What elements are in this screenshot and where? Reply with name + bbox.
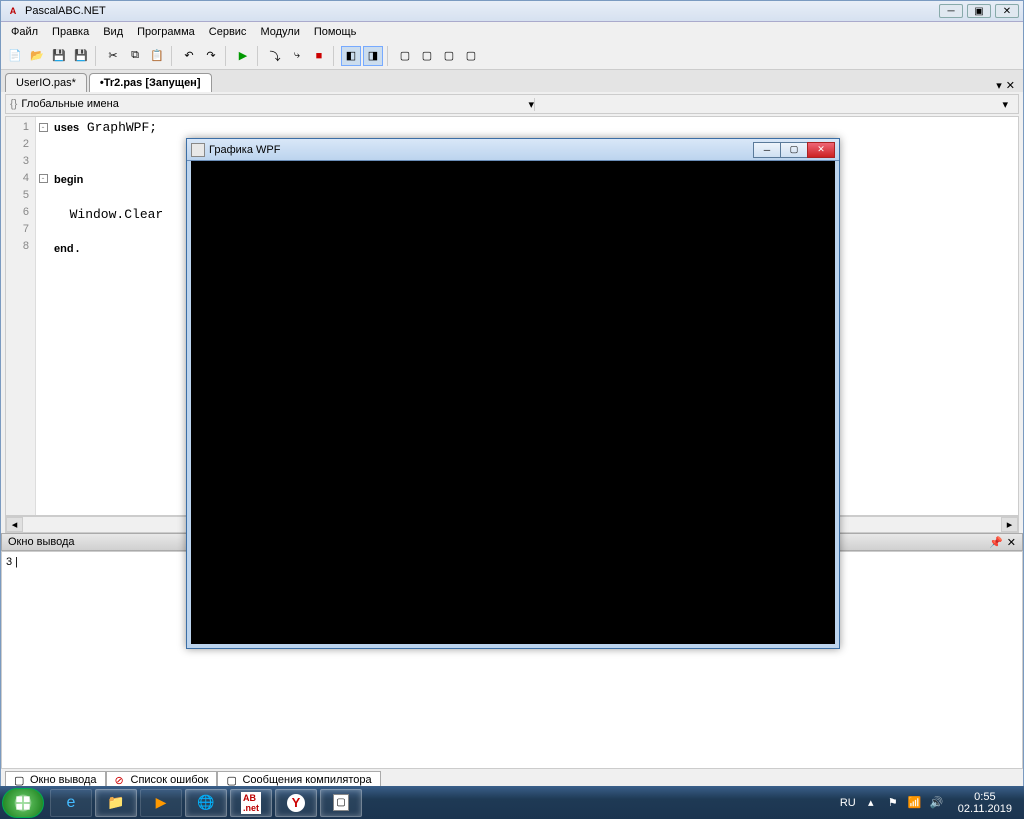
close-button[interactable]: ✕	[995, 4, 1019, 18]
app-title: PascalABC.NET	[25, 5, 939, 17]
graphics-close-button[interactable]: ✕	[807, 142, 835, 158]
misc4-icon[interactable]: ▢	[461, 46, 481, 66]
scroll-right-icon[interactable]: ▸	[1001, 517, 1018, 532]
tray-clock[interactable]: 0:55 02.11.2019	[952, 791, 1018, 815]
taskbar-chrome-icon[interactable]: 🌐	[185, 789, 227, 817]
redo-icon[interactable]: ↷	[201, 46, 221, 66]
compiler-icon: ▢	[226, 774, 238, 786]
tray-time: 0:55	[958, 791, 1012, 803]
ide-titlebar: A PascalABC.NET ─ ▣ ✕	[1, 1, 1023, 22]
tabs-close-icon[interactable]: ✕	[1006, 79, 1015, 92]
toggle1-icon[interactable]: ◧	[341, 46, 361, 66]
graphics-window: Графика WPF ─ ▢ ✕	[186, 138, 840, 649]
misc3-icon[interactable]: ▢	[439, 46, 459, 66]
window-buttons: ─ ▣ ✕	[939, 4, 1019, 18]
ns-icon: {}	[10, 98, 17, 110]
graphics-maximize-button[interactable]: ▢	[780, 142, 808, 158]
save-icon[interactable]: 💾	[49, 46, 69, 66]
paste-icon[interactable]: 📋	[147, 46, 167, 66]
undo-icon[interactable]: ↶	[179, 46, 199, 66]
tray-volume-icon[interactable]: 🔊	[930, 796, 944, 810]
fold-marker-icon[interactable]: -	[39, 123, 48, 132]
save-all-icon[interactable]: 💾	[71, 46, 91, 66]
output-close-icon[interactable]: ✕	[1007, 536, 1016, 549]
misc2-icon[interactable]: ▢	[417, 46, 437, 66]
minimize-button[interactable]: ─	[939, 4, 963, 18]
start-button[interactable]	[2, 788, 44, 818]
graphics-title: Графика WPF	[209, 144, 754, 156]
tab-tr2[interactable]: •Tr2.pas [Запущен]	[89, 73, 212, 92]
errors-icon: ⊘	[115, 774, 127, 786]
menu-view[interactable]: Вид	[97, 24, 129, 40]
open-file-icon[interactable]: 📂	[27, 46, 47, 66]
line-gutter: 1 2 3 4 5 6 7 8	[6, 117, 36, 515]
maximize-button[interactable]: ▣	[967, 4, 991, 18]
taskbar-ie-icon[interactable]: e	[50, 789, 92, 817]
copy-icon[interactable]: ⧉	[125, 46, 145, 66]
tray-flag-icon[interactable]: ▴	[864, 796, 878, 810]
taskbar-wmp-icon[interactable]: ▶	[140, 789, 182, 817]
tray-date: 02.11.2019	[958, 803, 1012, 815]
tray-action-icon[interactable]: ⚑	[886, 796, 900, 810]
namespace-bar: {} Глобальные имена ▾ ▾	[5, 94, 1019, 114]
menu-help[interactable]: Помощь	[308, 24, 363, 40]
run-icon[interactable]: ▶	[233, 46, 253, 66]
fold-column: - -	[36, 117, 50, 515]
system-tray: RU ▴ ⚑ 📶 🔊 0:55 02.11.2019	[836, 791, 1022, 815]
taskbar-yandex-icon[interactable]: Y	[275, 789, 317, 817]
tray-network-icon[interactable]: 📶	[908, 796, 922, 810]
stop-icon[interactable]: ■	[309, 46, 329, 66]
taskbar-pascalabc-icon[interactable]: AB.net	[230, 789, 272, 817]
taskbar: e 📁 ▶ 🌐 AB.net Y ▢ RU ▴ ⚑ 📶 🔊 0:55 02.11…	[0, 786, 1024, 819]
step-into-icon[interactable]: ⤷	[287, 46, 307, 66]
menu-bar: Файл Правка Вид Программа Сервис Модули …	[1, 22, 1023, 42]
misc1-icon[interactable]: ▢	[395, 46, 415, 66]
tabs-dropdown-icon[interactable]: ▾	[996, 79, 1002, 92]
fold-marker-icon[interactable]: -	[39, 174, 48, 183]
output-icon: ▢	[14, 774, 26, 786]
toolbar: 📄 📂 💾 💾 ✂ ⧉ 📋 ↶ ↷ ▶ ⤵ ⤷ ■ ◧ ◨ ▢ ▢ ▢ ▢	[1, 42, 1023, 70]
new-file-icon[interactable]: 📄	[5, 46, 25, 66]
namespace-label[interactable]: Глобальные имена	[21, 98, 528, 110]
menu-service[interactable]: Сервис	[203, 24, 253, 40]
menu-modules[interactable]: Модули	[254, 24, 305, 40]
app-icon: A	[5, 3, 21, 19]
graphics-app-icon	[191, 143, 205, 157]
tab-userio[interactable]: UserIO.pas*	[5, 73, 87, 92]
output-text: 3 |	[6, 556, 18, 568]
graphics-minimize-button[interactable]: ─	[753, 142, 781, 158]
cut-icon[interactable]: ✂	[103, 46, 123, 66]
graphics-canvas[interactable]	[191, 161, 835, 644]
menu-program[interactable]: Программа	[131, 24, 201, 40]
scroll-left-icon[interactable]: ◂	[6, 517, 23, 532]
tray-lang[interactable]: RU	[840, 797, 856, 809]
step-over-icon[interactable]: ⤵	[265, 46, 285, 66]
editor-tabs: UserIO.pas* •Tr2.pas [Запущен] ▾ ✕	[1, 70, 1023, 92]
taskbar-graphics-icon[interactable]: ▢	[320, 789, 362, 817]
pin-icon[interactable]: 📌	[989, 536, 1003, 549]
graphics-titlebar[interactable]: Графика WPF ─ ▢ ✕	[187, 139, 839, 161]
taskbar-explorer-icon[interactable]: 📁	[95, 789, 137, 817]
namespace-right-dropdown-icon[interactable]: ▾	[1002, 98, 1008, 111]
output-title: Окно вывода	[8, 536, 75, 548]
windows-logo-icon	[13, 793, 33, 813]
menu-edit[interactable]: Правка	[46, 24, 95, 40]
toggle2-icon[interactable]: ◨	[363, 46, 383, 66]
menu-file[interactable]: Файл	[5, 24, 44, 40]
